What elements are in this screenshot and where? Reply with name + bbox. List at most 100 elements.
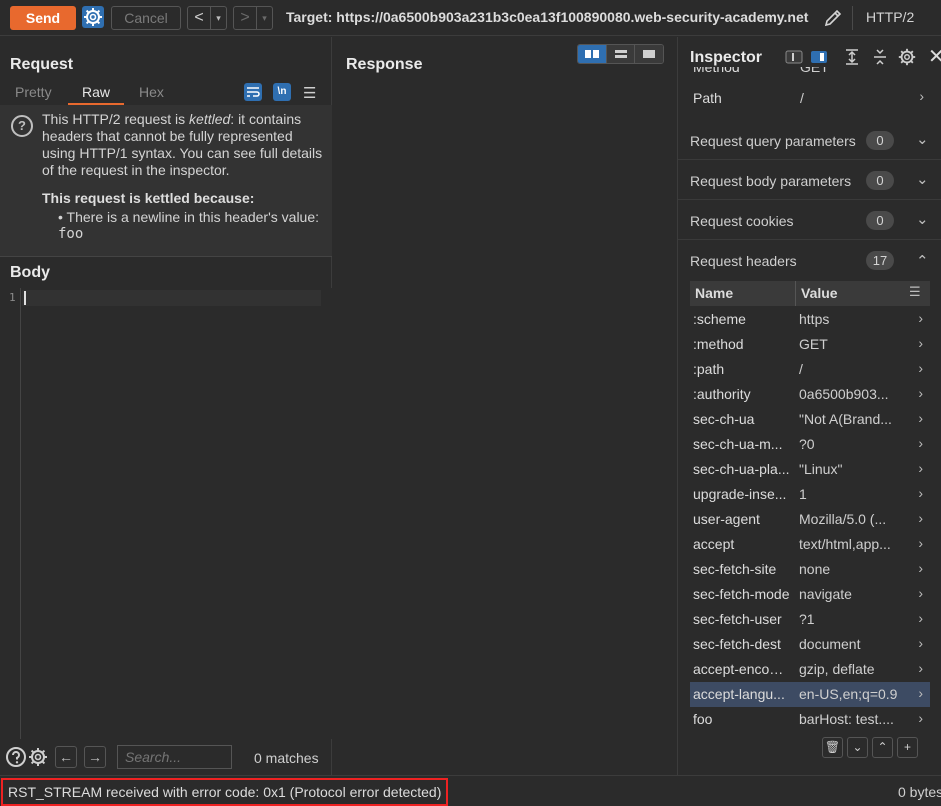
chevron-right-icon: ›	[918, 535, 923, 551]
line-gutter: 1	[0, 288, 21, 739]
header-row[interactable]: :path / ›	[690, 357, 930, 382]
add-plus-icon[interactable]: +	[897, 737, 918, 758]
error-status-message: RST_STREAM received with error code: 0x1…	[1, 778, 449, 806]
section-body-params[interactable]: Request body parameters 0 ⌄	[678, 162, 941, 200]
search-next-arrow-icon[interactable]: →	[84, 746, 106, 768]
header-name: sec-fetch-dest	[693, 636, 781, 652]
header-row[interactable]: accept-encodi... gzip, deflate ›	[690, 657, 930, 682]
header-name: :scheme	[693, 311, 746, 327]
search-bar: ← → 0 matches	[0, 741, 332, 775]
history-forward-group: > ▾	[233, 6, 273, 30]
layout-side-by-side-icon[interactable]	[578, 45, 607, 63]
header-name: sec-ch-ua-pla...	[693, 461, 790, 477]
header-row[interactable]: :method GET ›	[690, 332, 930, 357]
history-back-button[interactable]: <	[188, 7, 210, 29]
chevron-right-icon: ›	[918, 460, 923, 476]
header-value: "Not A(Brand...	[799, 411, 892, 427]
header-row[interactable]: upgrade-inse... 1 ›	[690, 482, 930, 507]
move-down-chevron-icon[interactable]: ⌄	[847, 737, 868, 758]
count-badge: 0	[866, 211, 894, 230]
header-row[interactable]: sec-fetch-user ?1 ›	[690, 607, 930, 632]
header-name: sec-fetch-mode	[693, 586, 790, 602]
chevron-right-icon: ›	[918, 660, 923, 676]
body-title: Body	[10, 264, 50, 281]
top-toolbar: Send Cancel < ▾ > ▾ Target: https://0a65…	[0, 0, 941, 36]
header-name: :method	[693, 336, 744, 352]
collapse-all-icon[interactable]	[870, 47, 890, 67]
tab-pretty[interactable]: Pretty	[15, 84, 52, 100]
kettled-notice-text: This HTTP/2 request is kettled: it conta…	[42, 111, 323, 178]
inspector-layout-left-icon[interactable]	[784, 47, 804, 67]
header-row[interactable]: sec-ch-ua-pla... "Linux" ›	[690, 457, 930, 482]
show-newlines-toggle[interactable]: \n	[273, 83, 291, 101]
close-inspector-icon[interactable]: ✕	[928, 44, 941, 69]
wrap-values-icon[interactable]: ☰	[909, 284, 921, 300]
header-value: gzip, deflate	[799, 661, 875, 677]
chevron-right-icon: ›	[918, 610, 923, 626]
header-row[interactable]: user-agent Mozilla/5.0 (... ›	[690, 507, 930, 532]
history-back-group: < ▾	[187, 6, 227, 30]
header-row[interactable]: foo barHost: test.... ›	[690, 707, 930, 732]
layout-stacked-icon[interactable]	[606, 45, 636, 63]
header-value: /	[799, 361, 803, 377]
header-name: sec-fetch-user	[693, 611, 782, 627]
history-forward-dropdown[interactable]: ▾	[256, 7, 272, 29]
response-title: Response	[346, 56, 423, 73]
expand-all-icon[interactable]	[842, 47, 862, 67]
tab-raw[interactable]: Raw	[82, 84, 110, 100]
chevron-right-icon: ›	[919, 88, 924, 104]
current-line-highlight	[22, 290, 321, 306]
inspector-row-path[interactable]: Path / ›	[690, 86, 930, 111]
count-badge: 0	[866, 131, 894, 150]
header-row[interactable]: :authority 0a6500b903... ›	[690, 382, 930, 407]
layout-single-icon[interactable]	[635, 45, 663, 63]
http-version-selector[interactable]: HTTP/2	[866, 9, 914, 25]
inspector-settings-gear-icon[interactable]	[897, 47, 917, 67]
header-row[interactable]: accept text/html,app... ›	[690, 532, 930, 557]
header-row[interactable]: sec-ch-ua "Not A(Brand... ›	[690, 407, 930, 432]
inspector-row-method[interactable]: Method GET	[690, 67, 930, 81]
send-settings-gear-icon[interactable]	[82, 6, 104, 28]
tab-hex[interactable]: Hex	[139, 84, 164, 100]
row-key: Path	[693, 90, 722, 106]
header-value: ?0	[799, 436, 815, 452]
chevron-right-icon: ›	[918, 485, 923, 501]
header-row[interactable]: sec-ch-ua-m... ?0 ›	[690, 432, 930, 457]
search-previous-arrow-icon[interactable]: ←	[55, 746, 77, 768]
header-row[interactable]: sec-fetch-dest document ›	[690, 632, 930, 657]
header-row[interactable]: sec-fetch-site none ›	[690, 557, 930, 582]
move-up-chevron-icon[interactable]: ⌃	[872, 737, 893, 758]
count-badge: 17	[866, 251, 894, 270]
help-icon[interactable]	[5, 746, 27, 768]
request-menu-icon[interactable]: ☰	[303, 84, 316, 102]
row-value: GET	[800, 67, 829, 75]
edit-target-pencil-icon[interactable]	[822, 7, 844, 29]
header-row[interactable]: accept-langu... en-US,en;q=0.9 ›	[690, 682, 930, 707]
status-bar: RST_STREAM received with error code: 0x1…	[0, 775, 941, 806]
send-button[interactable]: Send	[10, 6, 76, 30]
chevron-up-icon: ⌃	[916, 253, 929, 270]
section-cookies[interactable]: Request cookies 0 ⌄	[678, 202, 941, 240]
cancel-button[interactable]: Cancel	[111, 6, 181, 30]
header-row[interactable]: sec-fetch-mode navigate ›	[690, 582, 930, 607]
search-input[interactable]	[117, 745, 232, 769]
delete-trash-icon[interactable]: 🗑	[822, 737, 843, 758]
header-row[interactable]: :scheme https ›	[690, 307, 930, 332]
row-value: /	[800, 90, 804, 106]
section-headers[interactable]: Request headers 17 ⌃	[678, 242, 941, 280]
column-value-header[interactable]: Value	[801, 285, 838, 301]
column-name-header[interactable]: Name	[695, 285, 733, 301]
section-label: Request headers	[690, 253, 797, 269]
history-forward-button[interactable]: >	[234, 7, 256, 29]
row-key: Method	[693, 67, 740, 75]
search-settings-gear-icon[interactable]	[27, 746, 49, 768]
header-name: foo	[693, 711, 713, 727]
chevron-down-icon: ⌄	[916, 131, 929, 148]
wrap-lines-toggle-icon[interactable]	[244, 83, 262, 101]
request-body-editor[interactable]: 1	[0, 288, 332, 739]
section-query-params[interactable]: Request query parameters 0 ⌄	[678, 122, 941, 160]
column-divider[interactable]	[795, 281, 796, 306]
inspector-layout-right-icon[interactable]	[809, 47, 829, 67]
history-back-dropdown[interactable]: ▾	[210, 7, 226, 29]
chevron-right-icon: ›	[918, 310, 923, 326]
